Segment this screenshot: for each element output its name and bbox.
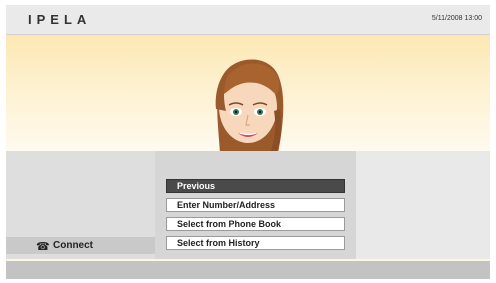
- avatar-illustration: [215, 59, 284, 153]
- top-bar: IPELA 5/11/2008 13:00: [6, 5, 490, 35]
- avatar: [202, 49, 294, 153]
- connect-label: Connect: [53, 240, 93, 251]
- connect-button[interactable]: ☎ Connect: [6, 237, 155, 254]
- brand-logo: IPELA: [28, 12, 92, 27]
- telephone-icon: ☎: [36, 241, 50, 253]
- hero-banner: [6, 35, 490, 153]
- bottom-bar: [6, 261, 490, 279]
- datetime: 5/11/2008 13:00: [431, 15, 482, 22]
- app-window: IPELA 5/11/2008 13:00 Previous Enter Num…: [6, 5, 490, 279]
- menu-item-enter-number[interactable]: Enter Number/Address: [166, 198, 345, 212]
- menu-item-phone-book[interactable]: Select from Phone Book: [166, 217, 345, 231]
- menu-item-previous[interactable]: Previous: [166, 179, 345, 193]
- menu-item-history[interactable]: Select from History: [166, 236, 345, 250]
- right-panel: [356, 151, 490, 259]
